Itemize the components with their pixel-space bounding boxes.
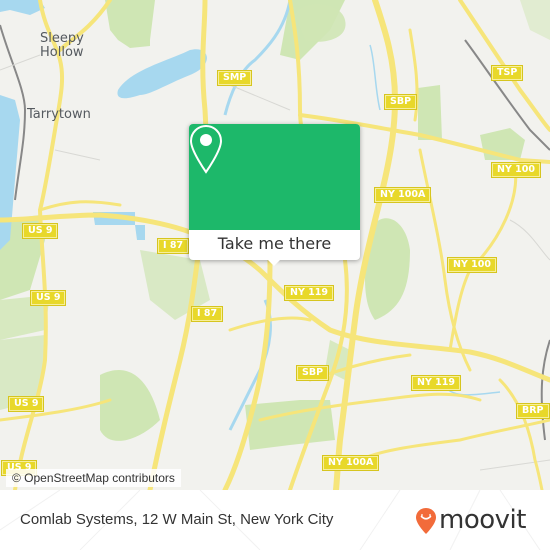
road-shield-i87-south: I 87 [190, 306, 224, 322]
road-shield-sbp-south: SBP [295, 365, 330, 381]
moovit-wordmark: moovit [439, 505, 526, 535]
road-shield-ny100-mid: NY 100 [447, 257, 497, 273]
road-shield-brp: BRP [516, 403, 550, 419]
map[interactable]: Sleepy Hollow Tarrytown SMP SBP TSP NY 1… [0, 0, 550, 490]
road-shield-tsp: TSP [490, 65, 524, 81]
place-label-text: Sleepy Hollow [40, 31, 84, 60]
road-shield-ny119-west: NY 119 [284, 285, 334, 301]
popup-header [189, 124, 360, 230]
take-me-there-button[interactable]: Take me there [189, 230, 360, 260]
location-popup: Take me there [189, 124, 360, 266]
road-shield-sbp-north: SBP [383, 94, 418, 110]
road-shield-us9-south: US 9 [7, 396, 45, 412]
road-shield-us9-mid: US 9 [29, 290, 67, 306]
place-label-sleepy-hollow: Sleepy Hollow [40, 32, 84, 60]
road-shield-ny100a-south: NY 100A [321, 455, 380, 471]
moovit-pin-icon [416, 508, 436, 534]
popup-pointer [266, 258, 282, 266]
road-shield-us9-north: US 9 [21, 223, 59, 239]
footer: Comlab Systems, 12 W Main St, New York C… [0, 490, 550, 550]
road-shield-ny100a-north: NY 100A [373, 187, 432, 203]
road-shield-ny100-east: NY 100 [491, 162, 541, 178]
road-shield-smp: SMP [216, 70, 253, 86]
water [0, 0, 207, 250]
place-label-text: Tarrytown [27, 107, 91, 122]
road-shield-ny119-east: NY 119 [411, 375, 461, 391]
map-attribution[interactable]: © OpenStreetMap contributors [6, 469, 181, 487]
location-pin-icon [189, 124, 223, 174]
address-text: Comlab Systems, 12 W Main St, New York C… [20, 511, 334, 528]
place-label-tarrytown: Tarrytown [27, 108, 91, 122]
road-shield-i87-north: I 87 [156, 238, 190, 254]
